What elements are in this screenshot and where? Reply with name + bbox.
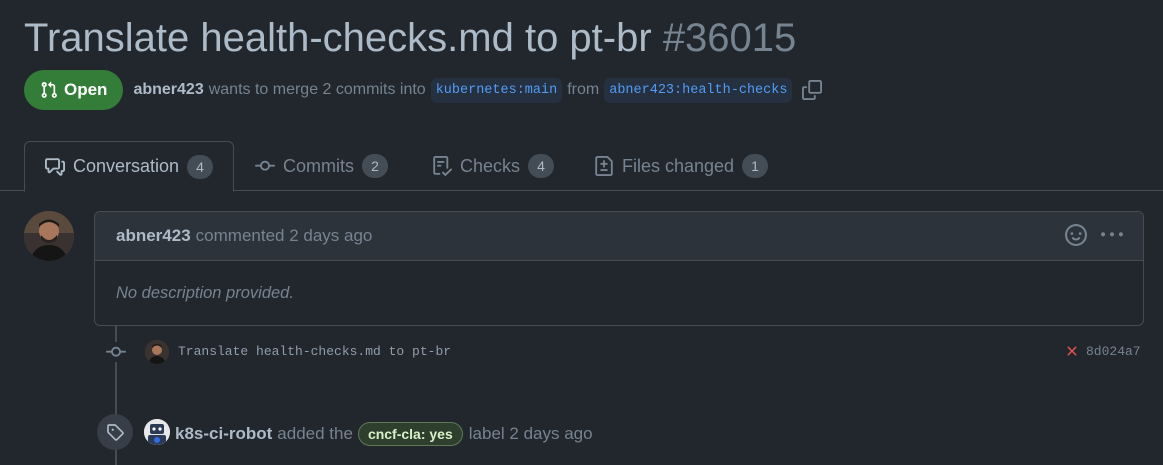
pr-tabs: Conversation 4 Commits 2 Checks 4 Files … [0, 141, 1163, 192]
tab-commits-label: Commits [283, 155, 354, 176]
robot-avatar[interactable] [144, 419, 170, 445]
tab-commits-count: 2 [362, 154, 388, 178]
tab-files-changed-count: 1 [742, 154, 769, 178]
checklist-icon [433, 156, 452, 176]
comment-actions [1065, 224, 1123, 246]
from-text: from [567, 81, 600, 98]
comment-author-link[interactable]: abner423 [116, 226, 191, 246]
commit-sha-link[interactable]: 8d024a7 [1086, 344, 1141, 359]
tab-files-changed[interactable]: Files changed 1 [594, 141, 769, 191]
tab-commits[interactable]: Commits 2 [255, 141, 388, 191]
label-actor-link[interactable]: k8s-ci-robot [175, 424, 272, 444]
tag-node [97, 414, 133, 450]
label-badge[interactable]: cncf-cla: yes [357, 422, 463, 446]
tab-checks-label: Checks [460, 155, 521, 176]
pr-meta: Open abner423 wants to merge 2 commits i… [24, 70, 823, 110]
comment-box: abner423 commented 2 days ago No descrip… [94, 211, 1144, 326]
comment-author-avatar[interactable] [24, 211, 74, 261]
commit-message-link[interactable]: Translate health-checks.md to pt-br [178, 344, 451, 359]
tab-files-changed-label: Files changed [622, 155, 735, 176]
pr-title-text: Translate health-checks.md to pt-br [24, 16, 652, 60]
commit-item: Translate health-checks.md to pt-br 8d02… [104, 338, 1147, 366]
label-action: added the [277, 424, 353, 443]
state-label: Open [64, 80, 108, 99]
tab-conversation[interactable]: Conversation 4 [24, 141, 235, 192]
base-branch[interactable]: kubernetes:main [430, 77, 563, 103]
tab-conversation-label: Conversation [73, 156, 180, 176]
tab-checks[interactable]: Checks 4 [432, 141, 555, 191]
commit-author-avatar[interactable] [145, 340, 169, 364]
comment-body: No description provided. [116, 284, 294, 302]
comment-header: abner423 commented 2 days ago [95, 212, 1143, 261]
head-branch[interactable]: abner423:health-checks [604, 77, 793, 103]
file-diff-icon [595, 156, 613, 176]
tab-checks-count: 4 [528, 154, 555, 178]
pr-author-link[interactable]: abner423 [133, 81, 203, 99]
git-commit-icon [104, 342, 128, 362]
label-event-text: k8s-ci-robot added the cncf-cla: yes lab… [175, 422, 593, 446]
merge-text: wants to merge 2 commits into [208, 81, 426, 98]
pr-title: Translate health-checks.md to pt-br #360… [24, 14, 796, 62]
tab-conversation-count: 4 [187, 154, 214, 179]
kebab-horizontal-icon[interactable] [1101, 224, 1123, 246]
label-event: k8s-ci-robot added the cncf-cla: yes lab… [97, 414, 1097, 450]
comment-timestamp[interactable]: commented 2 days ago [196, 226, 373, 246]
pr-number: #36015 [662, 16, 797, 60]
git-commit-icon [255, 160, 275, 171]
comment-discussion-icon [45, 157, 65, 176]
label-suffix: label 2 days ago [468, 424, 593, 443]
x-failure-icon[interactable] [1064, 343, 1080, 359]
smiley-icon[interactable] [1065, 224, 1087, 246]
git-pull-request-icon [41, 81, 57, 98]
copy-icon[interactable] [802, 80, 823, 100]
tag-icon [107, 424, 124, 441]
state-badge: Open [24, 70, 124, 110]
